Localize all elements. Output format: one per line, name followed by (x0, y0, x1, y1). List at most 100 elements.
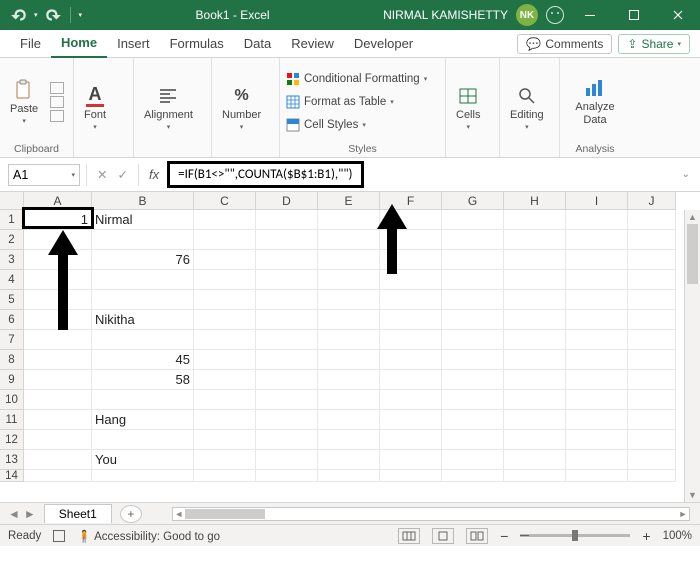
cell[interactable] (318, 410, 380, 430)
cell[interactable] (24, 250, 92, 270)
cell[interactable] (566, 310, 628, 330)
share-button[interactable]: ⇪Share ▾ (618, 34, 690, 54)
cell[interactable] (24, 310, 92, 330)
conditional-formatting-button[interactable]: Conditional Formatting ▾ (286, 69, 427, 89)
row-header[interactable]: 6 (0, 310, 24, 330)
cell[interactable] (442, 310, 504, 330)
macro-record-icon[interactable] (53, 530, 65, 542)
scroll-right-icon[interactable]: ► (677, 509, 689, 519)
cell[interactable] (566, 230, 628, 250)
cell[interactable] (194, 410, 256, 430)
cell[interactable] (628, 330, 676, 350)
number-button[interactable]: %Number▾ (218, 83, 265, 133)
format-painter-button[interactable] (50, 110, 64, 122)
cell[interactable] (318, 210, 380, 230)
cell[interactable] (628, 430, 676, 450)
cell-A1[interactable]: 1 (24, 210, 92, 230)
cell[interactable] (504, 370, 566, 390)
page-break-view-button[interactable] (466, 528, 488, 544)
accept-formula-icon[interactable]: ✓ (117, 167, 127, 182)
zoom-in-button[interactable]: + (642, 528, 650, 544)
row-header[interactable]: 2 (0, 230, 24, 250)
new-sheet-button[interactable]: + (120, 505, 142, 523)
name-box[interactable]: A1▾ (8, 164, 80, 186)
row-header[interactable]: 5 (0, 290, 24, 310)
sheet-nav-next-icon[interactable]: ► (24, 507, 36, 521)
cell[interactable] (628, 350, 676, 370)
cell[interactable] (504, 230, 566, 250)
cell[interactable] (442, 230, 504, 250)
col-header-I[interactable]: I (566, 192, 628, 210)
editing-button[interactable]: Editing▾ (506, 83, 548, 133)
row-header[interactable]: 14 (0, 470, 24, 482)
accessibility-status[interactable]: 🧍 Accessibility: Good to go (77, 529, 220, 543)
cell[interactable] (24, 350, 92, 370)
col-header-A[interactable]: A (24, 192, 92, 210)
cell[interactable] (628, 410, 676, 430)
cell[interactable] (24, 330, 92, 350)
cell[interactable] (628, 230, 676, 250)
cell[interactable] (504, 430, 566, 450)
cell[interactable] (380, 370, 442, 390)
cell[interactable] (442, 210, 504, 230)
cell[interactable] (380, 410, 442, 430)
tab-developer[interactable]: Developer (344, 30, 423, 58)
cell[interactable] (318, 370, 380, 390)
scroll-down-icon[interactable]: ▼ (688, 488, 697, 502)
cell[interactable] (380, 290, 442, 310)
cell[interactable] (566, 470, 628, 482)
tab-home[interactable]: Home (51, 30, 107, 58)
row-header[interactable]: 4 (0, 270, 24, 290)
cell[interactable] (442, 290, 504, 310)
font-group-button[interactable]: AFont▾ (80, 83, 110, 133)
maximize-button[interactable] (616, 0, 652, 30)
spreadsheet-grid[interactable]: A B C D E F G H I J 1 2 3 4 5 6 7 8 9 10… (0, 192, 700, 502)
cell[interactable] (256, 470, 318, 482)
cell[interactable] (318, 450, 380, 470)
cell[interactable] (442, 430, 504, 450)
cell[interactable] (92, 470, 194, 482)
cell[interactable] (380, 330, 442, 350)
cell[interactable] (318, 230, 380, 250)
horizontal-scrollbar[interactable]: ◄ ► (172, 507, 690, 521)
cell[interactable] (256, 410, 318, 430)
cell[interactable] (566, 210, 628, 230)
cell-styles-button[interactable]: Cell Styles ▾ (286, 115, 427, 135)
cell[interactable] (566, 430, 628, 450)
select-all-corner[interactable] (0, 192, 24, 210)
cell[interactable] (442, 410, 504, 430)
scroll-thumb[interactable] (687, 224, 698, 284)
cell[interactable] (442, 330, 504, 350)
cell-B13[interactable]: You (92, 450, 194, 470)
cell[interactable] (442, 450, 504, 470)
cell[interactable] (194, 270, 256, 290)
cell[interactable] (566, 410, 628, 430)
cell[interactable] (194, 210, 256, 230)
row-header[interactable]: 9 (0, 370, 24, 390)
cell[interactable] (504, 410, 566, 430)
cell[interactable] (24, 410, 92, 430)
tab-formulas[interactable]: Formulas (160, 30, 234, 58)
expand-formula-bar-icon[interactable]: ⌄ (682, 169, 690, 180)
cell[interactable] (24, 370, 92, 390)
col-header-E[interactable]: E (318, 192, 380, 210)
row-header[interactable]: 1 (0, 210, 24, 230)
cell[interactable] (628, 470, 676, 482)
cell[interactable] (628, 270, 676, 290)
cell[interactable] (318, 310, 380, 330)
cell[interactable] (194, 290, 256, 310)
cell[interactable] (628, 290, 676, 310)
cell[interactable] (380, 470, 442, 482)
cell[interactable] (92, 330, 194, 350)
cell[interactable] (442, 470, 504, 482)
cell[interactable] (566, 290, 628, 310)
cell[interactable] (380, 350, 442, 370)
cell[interactable] (504, 270, 566, 290)
cell[interactable] (504, 350, 566, 370)
cell[interactable] (24, 270, 92, 290)
cell[interactable] (566, 250, 628, 270)
redo-icon[interactable] (44, 6, 62, 24)
cell[interactable] (194, 430, 256, 450)
close-button[interactable] (660, 0, 696, 30)
face-icon[interactable] (546, 6, 564, 24)
